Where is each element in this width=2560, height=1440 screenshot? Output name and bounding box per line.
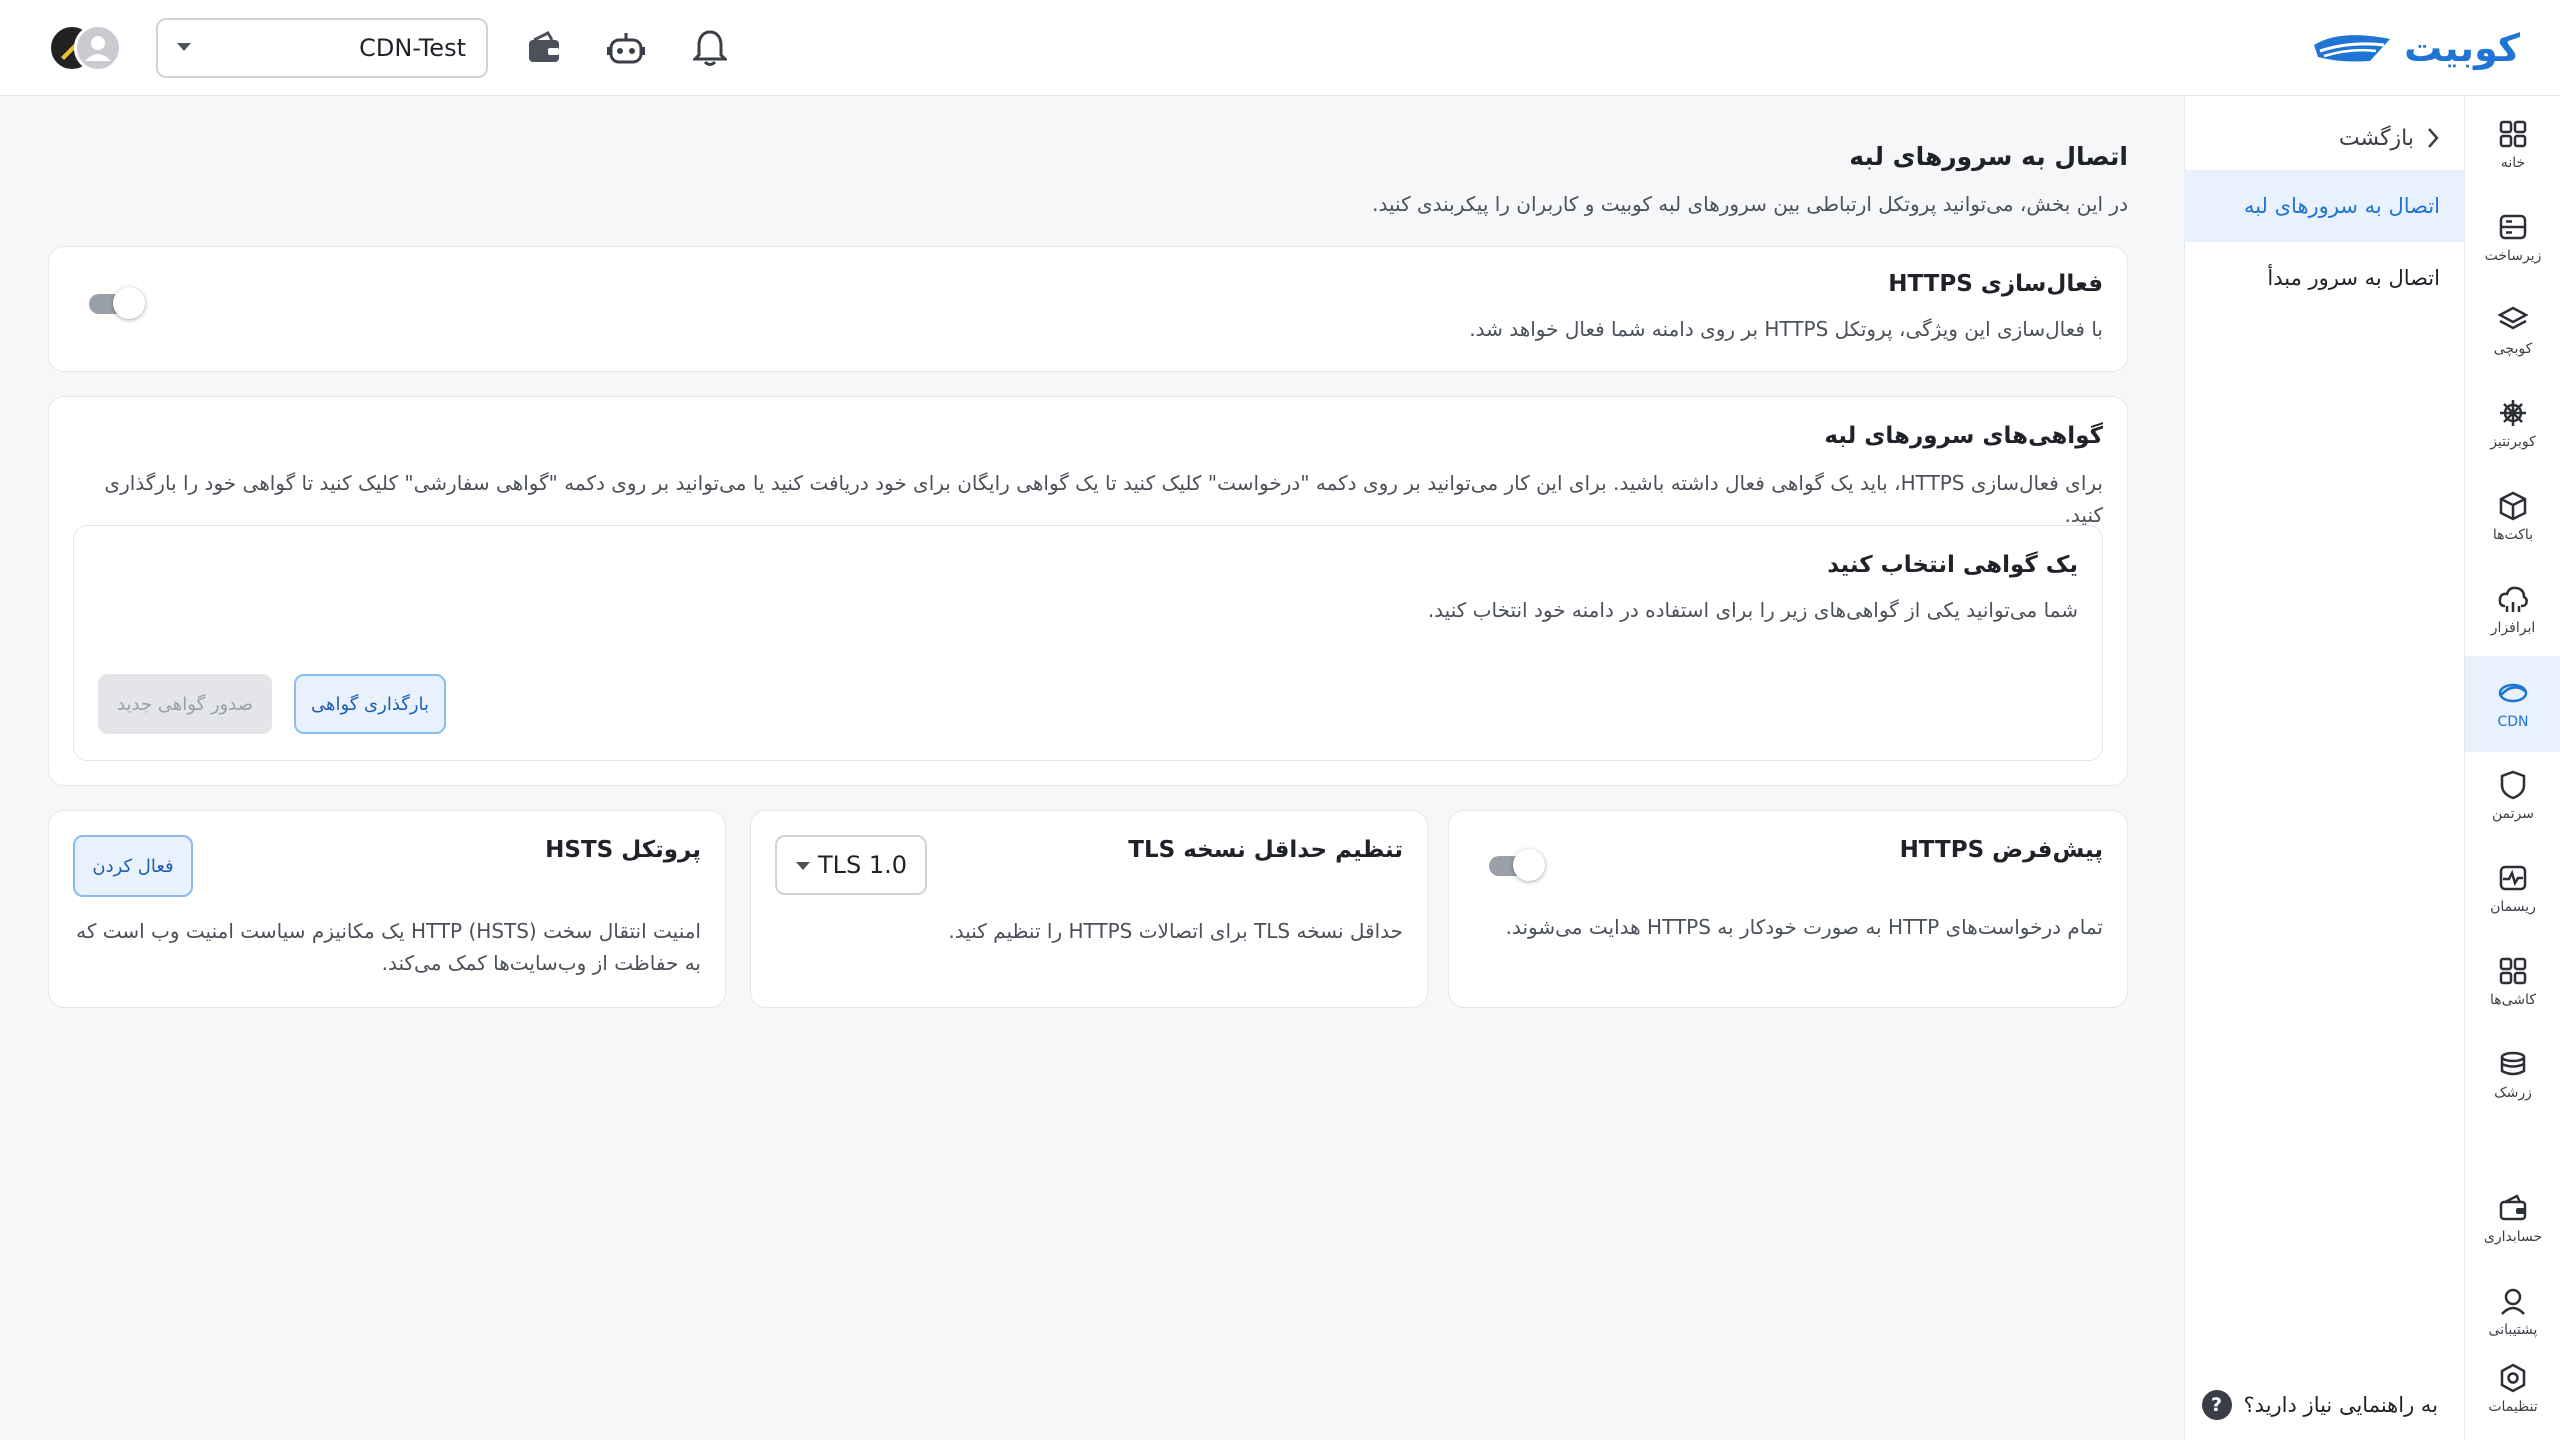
toggle-knob [113, 287, 145, 319]
hsts-description-line2: به حفاظت از وب‌سایت‌ها کمک می‌کند. [381, 951, 701, 975]
box-icon [2499, 491, 2527, 521]
chevron-right-icon [2428, 128, 2439, 148]
rail-item-infrastructure[interactable]: زیرساخت [2465, 195, 2560, 281]
tiles-icon [2499, 957, 2527, 985]
certificate-select-title: یک گواهی انتخاب کنید [1827, 552, 2078, 578]
tls-version-title: تنظیم حداقل نسخه TLS [1128, 837, 1403, 863]
enable-hsts-button[interactable]: فعال کردن [73, 835, 193, 897]
project-name: CDN-Test [359, 34, 466, 62]
rail-item-kubchi[interactable]: کوبچی [2465, 288, 2560, 374]
help-label: به راهنمایی نیاز دارید؟ [2243, 1393, 2438, 1417]
brand-logo[interactable]: کوبیت [2310, 22, 2520, 74]
chevron-down-icon [177, 43, 191, 51]
pulse-icon [2499, 865, 2527, 891]
rail-item-sartman[interactable]: سرتمن [2465, 753, 2560, 839]
subnav-item-origin-server[interactable]: اتصال به سرور مبدأ [2184, 242, 2464, 314]
rail-item-label: سرتمن [2491, 806, 2535, 822]
rail-item-label: کوبچی [2493, 341, 2533, 357]
issue-certificate-button[interactable]: صدور گواهی جدید [98, 674, 272, 734]
https-activation-description: با فعال‌سازی این ویژگی، پروتکل HTTPS بر … [1469, 317, 2103, 341]
hsts-card: پروتکل HSTS امنیت انتقال سخت HTTP (HSTS)… [48, 810, 726, 1008]
rail-item-label: کاشی‌ها [2490, 992, 2536, 1008]
rail-item-label: زیرساخت [2484, 248, 2542, 264]
rail-item-label: باکت‌ها [2492, 527, 2534, 543]
page-title: اتصال به سرورهای لبه [1849, 142, 2128, 171]
top-bar: کوبیت CDN-Test [0, 0, 2560, 96]
main-content: اتصال به سرورهای لبه در این بخش، می‌توان… [48, 96, 2128, 1440]
certificate-select-description: شما می‌توانید یکی از گواهی‌های زیر را بر… [1427, 598, 2078, 622]
cdn-subnav: بازگشت اتصال به سرورهای لبه اتصال به سرو… [2184, 96, 2464, 1440]
back-label: بازگشت [2338, 125, 2414, 151]
help-icon: ? [2201, 1390, 2232, 1420]
default-https-description: تمام درخواست‌های HTTP به صورت خودکار به … [1505, 915, 2103, 939]
default-https-card: پیش‌فرض HTTPS تمام درخواست‌های HTTP به ص… [1448, 810, 2128, 1008]
rail-item-kubernetes[interactable]: کوبرنتیز [2465, 381, 2560, 467]
subnav-item-edge-servers[interactable]: اتصال به سرورهای لبه [2184, 170, 2464, 242]
wallet-icon [2499, 1194, 2527, 1221]
bot-icon[interactable] [602, 24, 650, 72]
rail-item-label: تنظیمات [2488, 1399, 2538, 1415]
server-icon [2499, 214, 2527, 240]
edge-certificates-card: گواهی‌های سرورهای لبه برای فعال‌سازی HTT… [48, 396, 2128, 786]
https-activation-card: فعال‌سازی HTTPS با فعال‌سازی این ویژگی، … [48, 246, 2128, 372]
default-https-title: پیش‌فرض HTTPS [1899, 837, 2103, 863]
subnav-item-label: اتصال به سرور مبدأ [2267, 266, 2440, 290]
page-description: در این بخش، می‌توانید پروتکل ارتباطی بین… [1372, 192, 2128, 216]
settings-icon [2500, 1363, 2526, 1393]
rail-item-buckets[interactable]: باکت‌ها [2465, 474, 2560, 560]
cloud-app-icon [2498, 586, 2528, 612]
hsts-title: پروتکل HSTS [545, 837, 701, 863]
rail-item-label: خانه [2500, 155, 2526, 171]
certificate-select-panel: یک گواهی انتخاب کنید شما می‌توانید یکی ا… [73, 525, 2103, 761]
user-avatars[interactable] [48, 24, 124, 72]
default-https-toggle[interactable] [1489, 849, 1547, 881]
rail-item-settings[interactable]: تنظیمات [2465, 1346, 2560, 1432]
layers-icon [2498, 306, 2528, 330]
cdn-icon [2498, 683, 2528, 703]
rail-item-cloud-apps[interactable]: ابرافزار [2465, 567, 2560, 653]
back-button[interactable]: بازگشت [2339, 116, 2440, 160]
rail-item-label: پشتیبانی [2488, 1322, 2538, 1338]
project-selector[interactable]: CDN-Test [156, 18, 488, 78]
rail-item-label: CDN [2497, 714, 2529, 730]
support-icon [2501, 1288, 2525, 1315]
rail-item-label: کوبرنتیز [2490, 434, 2536, 450]
home-grid-icon [2499, 120, 2527, 148]
user-avatar[interactable] [74, 24, 122, 72]
https-activation-toggle[interactable] [89, 287, 147, 319]
help-link[interactable]: به راهنمایی نیاز دارید؟ ? [2201, 1390, 2438, 1420]
tls-version-select[interactable]: TLS 1.0 [775, 835, 927, 895]
logo-boat-icon [2314, 35, 2391, 62]
rail-item-billing[interactable]: حسابداری [2465, 1176, 2560, 1262]
rail-item-label: حسابداری [2483, 1229, 2543, 1245]
database-icon [2500, 1051, 2526, 1076]
rail-item-home[interactable]: خانه [2465, 102, 2560, 188]
subnav-item-label: اتصال به سرورهای لبه [2243, 194, 2440, 218]
rail-item-label: ریسمان [2490, 899, 2536, 915]
rail-item-tiles[interactable]: کاشی‌ها [2465, 939, 2560, 1025]
tls-version-card: تنظیم حداقل نسخه TLS حداقل نسخه TLS برای… [750, 810, 1428, 1008]
bell-icon[interactable] [686, 24, 734, 72]
rail-item-support[interactable]: پشتیبانی [2465, 1269, 2560, 1355]
edge-certificates-title: گواهی‌های سرورهای لبه [1824, 423, 2103, 449]
rail-item-zereshk[interactable]: زرشک [2465, 1032, 2560, 1118]
edge-certificates-description: برای فعال‌سازی HTTPS، باید یک گواهی فعال… [104, 471, 2103, 527]
rail-item-risman[interactable]: ریسمان [2465, 846, 2560, 932]
rail-item-cdn[interactable]: CDN [2465, 656, 2560, 752]
hsts-description-line1: امنیت انتقال سخت HTTP (HSTS) یک مکانیزم … [76, 919, 701, 943]
wallet-icon[interactable] [520, 24, 568, 72]
rail-item-label: ابرافزار [2490, 620, 2536, 636]
helm-icon [2500, 400, 2526, 426]
rail-item-label: زرشک [2494, 1085, 2532, 1101]
chevron-down-icon [796, 862, 810, 870]
tls-version-description: حداقل نسخه TLS برای اتصالات HTTPS را تنظ… [948, 919, 1403, 943]
https-activation-title: فعال‌سازی HTTPS [1888, 271, 2103, 297]
brand-name: کوبیت [2404, 26, 2520, 70]
upload-certificate-button[interactable]: بارگذاری گواهی [294, 674, 446, 734]
shield-icon [2500, 770, 2526, 800]
tls-version-value: TLS 1.0 [817, 851, 907, 879]
main-nav-rail: خانه زیرساخت کوبچی کوبرنتیز باکت‌ها ابرا… [2464, 96, 2560, 1440]
toggle-knob [1513, 849, 1545, 881]
